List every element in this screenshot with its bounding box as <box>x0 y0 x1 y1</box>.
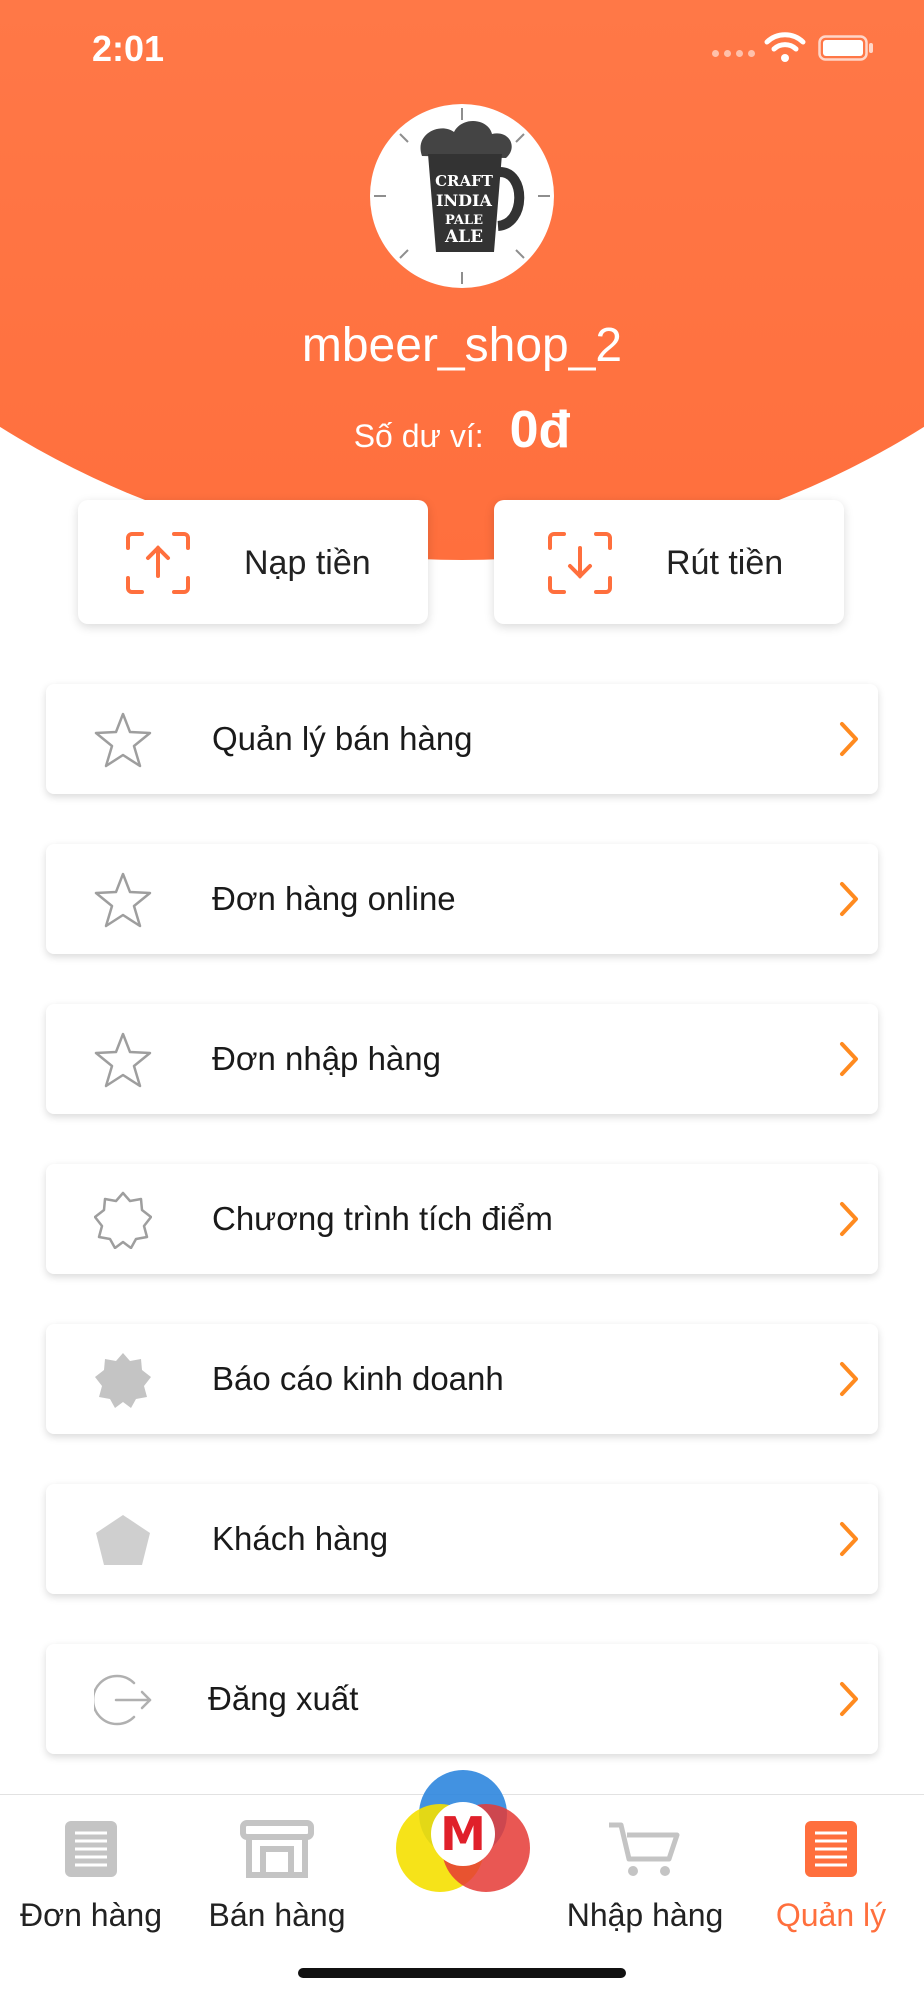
badge-outline-icon <box>94 1191 152 1249</box>
shop-name: mbeer_shop_2 <box>301 319 623 372</box>
list-icon <box>805 1821 857 1877</box>
menu-label: Đơn hàng online <box>212 880 456 917</box>
star-outline-icon <box>94 712 152 768</box>
logo-letter: M <box>440 1807 486 1861</box>
menu-label: Đăng xuất <box>208 1680 359 1717</box>
logout-icon <box>94 1674 152 1726</box>
menu-label: Chương trình tích điểm <box>212 1200 553 1237</box>
store-icon <box>240 1820 314 1878</box>
pentagon-icon <box>96 1515 150 1565</box>
menu-item-purchase-orders[interactable]: Đơn nhập hàng <box>46 1004 878 1114</box>
chevron-right-icon <box>840 1522 858 1556</box>
balance-label: Số dư ví: <box>353 418 484 454</box>
chevron-right-icon <box>840 1042 858 1076</box>
menu-label: Báo cáo kinh doanh <box>212 1360 504 1397</box>
menu-label: Đơn nhập hàng <box>212 1040 441 1077</box>
chevron-right-icon <box>840 722 858 756</box>
menu-label: Khách hàng <box>212 1520 389 1557</box>
topup-button[interactable]: Nạp tiền <box>78 500 428 624</box>
star-outline-icon <box>94 1032 152 1088</box>
tab-label: Bán hàng <box>208 1897 346 1933</box>
chevron-right-icon <box>840 1202 858 1236</box>
menu-item-business-report[interactable]: Báo cáo kinh doanh <box>46 1324 878 1434</box>
list-icon <box>65 1821 117 1877</box>
menu-item-online-orders[interactable]: Đơn hàng online <box>46 844 878 954</box>
menu-item-sales-management[interactable]: Quản lý bán hàng <box>46 684 878 794</box>
account-screen: 2:01 CRAFT INDIA PALE ALE mbeer_shop_2 S… <box>0 0 924 2000</box>
logo-text-3: PALE <box>445 213 483 228</box>
star-outline-icon <box>94 872 152 928</box>
menu-item-customers[interactable]: Khách hàng <box>46 1484 878 1594</box>
logo-text-4: ALE <box>444 227 483 247</box>
center-app-logo-button[interactable]: M <box>392 1762 534 1904</box>
tab-label: Quản lý <box>775 1897 887 1933</box>
chevron-right-icon <box>840 882 858 916</box>
chevron-right-icon <box>840 1362 858 1396</box>
withdraw-label: Rút tiền <box>666 544 784 582</box>
logo-text-2: INDIA <box>436 191 492 210</box>
wallet-balance: Số dư ví: 0đ <box>0 400 924 460</box>
tab-purchasing[interactable]: Nhập hàng <box>560 1819 730 1934</box>
signal-icon <box>712 50 755 57</box>
topup-label: Nạp tiền <box>244 544 371 582</box>
balance-value: 0đ <box>509 401 571 459</box>
menu-item-loyalty-program[interactable]: Chương trình tích điểm <box>46 1164 878 1274</box>
tab-sales[interactable]: Bán hàng <box>192 1819 362 1934</box>
badge-filled-icon <box>95 1353 151 1408</box>
menu-item-logout[interactable]: Đăng xuất <box>46 1644 878 1754</box>
cart-icon <box>609 1822 680 1876</box>
chevron-right-icon <box>840 1682 858 1716</box>
withdraw-button[interactable]: Rút tiền <box>494 500 844 624</box>
menu-label: Quản lý bán hàng <box>212 720 473 757</box>
download-icon <box>548 532 612 594</box>
tab-orders[interactable]: Đơn hàng <box>6 1819 176 1934</box>
battery-icon <box>818 35 873 61</box>
tab-label: Nhập hàng <box>566 1897 724 1933</box>
status-time: 2:01 <box>92 28 165 69</box>
logo-text-1: CRAFT <box>435 172 494 190</box>
wifi-icon <box>764 32 806 62</box>
beer-mug-logo: CRAFT INDIA PALE ALE <box>374 108 550 284</box>
tab-management[interactable]: Quản lý <box>746 1819 916 1934</box>
status-bar: 2:01 <box>0 0 924 100</box>
shop-avatar[interactable]: CRAFT INDIA PALE ALE <box>370 104 554 288</box>
upload-icon <box>126 532 190 594</box>
home-indicator <box>298 1968 626 1978</box>
tab-label: Đơn hàng <box>20 1897 162 1933</box>
